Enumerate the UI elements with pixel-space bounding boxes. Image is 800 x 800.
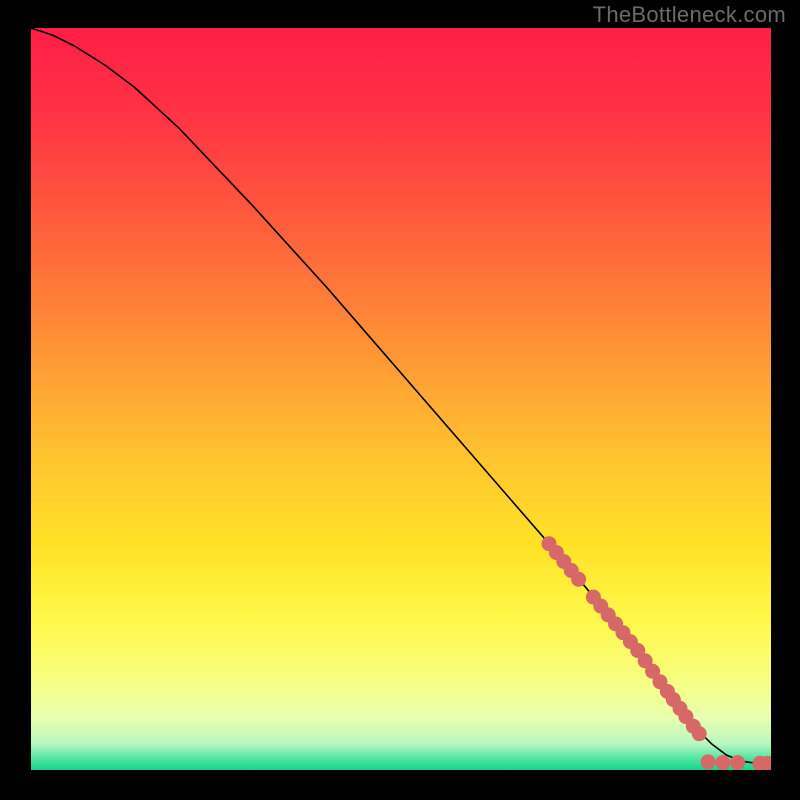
data-overlay (31, 28, 771, 770)
watermark-text: TheBottleneck.com (593, 2, 786, 28)
data-point (701, 754, 716, 769)
plot-area (31, 28, 771, 770)
chart-container: TheBottleneck.com (0, 0, 800, 800)
data-point (730, 755, 745, 770)
data-point (715, 755, 730, 770)
curve-line (31, 28, 771, 763)
markers-group (542, 536, 772, 770)
data-point (571, 572, 586, 587)
data-point (692, 726, 707, 741)
